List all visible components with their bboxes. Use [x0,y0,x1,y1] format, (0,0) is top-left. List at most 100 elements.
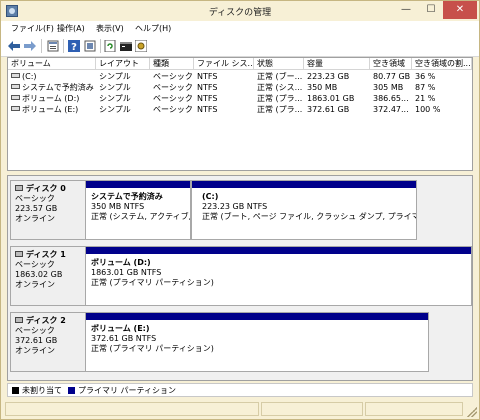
free-cell: 386.65... [373,94,409,103]
maximize-button[interactable]: ☐ [419,1,443,19]
disk-state: オンライン [15,346,55,355]
drive-icon [11,73,20,78]
disk-icon [15,251,23,257]
free-percent-cell: 87 % [415,83,436,92]
command-prompt-icon[interactable] [119,39,133,53]
column-header-capacity[interactable]: 容量 [304,58,370,70]
volume-cell: ボリューム (D:) [8,93,96,104]
disk-size: 223.57 GB [15,204,58,213]
close-button[interactable]: ✕ [443,1,477,19]
disk-list-icon[interactable] [83,39,97,53]
capacity-cell: 372.61 GB [307,105,350,114]
menu-bar: ファイル(F) 操作(A) 表示(V) ヘルプ(H) [1,21,479,35]
column-header-free-percent[interactable]: 空き領域の割... [412,58,472,70]
disk-icon [15,317,23,323]
disk-label[interactable]: ディスク 2 ベーシック 372.61 GB オンライン [10,312,86,372]
status-cell: 正常 (プラ... [257,94,303,103]
partition-d[interactable]: ボリューム (D:) 1863.01 GB NTFS 正常 (プライマリ パーテ… [85,246,472,306]
volume-cell: システムで予約済み [8,82,96,93]
filesystem-cell: NTFS [197,105,218,114]
menu-action[interactable]: 操作(A) [55,22,87,35]
table-row[interactable]: ボリューム (D:) シンプル ベーシック NTFS 正常 (プラ... 186… [8,93,472,104]
menu-view[interactable]: 表示(V) [94,22,126,35]
type-cell: ベーシック [153,94,193,103]
partition-name: (C:) [202,192,219,201]
drive-icon [11,95,20,100]
menu-help[interactable]: ヘルプ(H) [133,22,173,35]
disk-map: ディスク 0 ベーシック 223.57 GB オンライン システムで予約済み 3… [7,175,473,381]
free-cell: 80.77 GB [373,72,411,81]
volume-list: ボリューム レイアウト 種類 ファイル シス... 状態 容量 空き領域 空き領… [7,57,473,171]
partition-e[interactable]: ボリューム (E:) 372.61 GB NTFS 正常 (プライマリ パーティ… [85,312,429,372]
partition-size: 372.61 GB NTFS [91,334,157,343]
partition-status: 正常 (システム, アクティブ, プラ [91,212,190,221]
table-row[interactable]: ボリューム (E:) シンプル ベーシック NTFS 正常 (プラ... 372… [8,104,472,115]
partition-status: 正常 (プライマリ パーティション) [91,344,214,353]
unallocated-swatch [12,387,19,394]
partition-type-bar [86,181,190,188]
partition-size: 223.23 GB NTFS [202,202,268,211]
status-pane [365,402,463,416]
partition-type-bar [86,313,428,320]
layout-cell: シンプル [99,105,131,114]
type-cell: ベーシック [153,83,193,92]
free-percent-cell: 100 % [415,105,441,114]
partition-name: ボリューム (D:) [91,258,151,267]
column-header-status[interactable]: 状態 [254,58,304,70]
capacity-cell: 223.23 GB [307,72,350,81]
partition-type-bar [86,247,471,254]
disk-state: オンライン [15,214,55,223]
column-header-type[interactable]: 種類 [150,58,194,70]
type-cell: ベーシック [153,72,193,81]
refresh-icon[interactable] [103,39,117,53]
partition-size: 1863.01 GB NTFS [91,268,162,277]
layout-cell: シンプル [99,72,131,81]
volume-cell: (C:) [8,71,96,82]
disk-row: ディスク 0 ベーシック 223.57 GB オンライン システムで予約済み 3… [8,180,472,240]
partition-name: ボリューム (E:) [91,324,150,333]
status-bar [1,399,479,419]
menu-file[interactable]: ファイル(F) [9,22,56,35]
partition-system-reserved[interactable]: システムで予約済み 350 MB NTFS 正常 (システム, アクティブ, プ… [85,180,191,240]
disk-row: ディスク 2 ベーシック 372.61 GB オンライン ボリューム (E:) … [8,312,472,372]
title-bar: ディスクの管理 — ☐ ✕ [1,1,479,21]
back-arrow-icon[interactable] [7,39,21,53]
column-header-volume[interactable]: ボリューム [8,58,96,70]
status-pane [5,402,259,416]
properties-icon[interactable] [46,39,60,53]
help-icon[interactable]: ? [67,39,81,53]
status-cell: 正常 (シス... [257,83,303,92]
filesystem-cell: NTFS [197,72,218,81]
partition-size: 350 MB NTFS [91,202,145,211]
free-cell: 372.47... [373,105,409,114]
resize-grip[interactable] [467,407,477,417]
capacity-cell: 1863.01 GB [307,94,355,103]
partition-name: システムで予約済み [91,192,163,201]
settings-icon[interactable] [134,39,148,53]
column-header-filesystem[interactable]: ファイル シス... [194,58,254,70]
unallocated-label: 未割り当て [22,386,62,395]
disk-state: オンライン [15,280,55,289]
table-row[interactable]: (C:) シンプル ベーシック NTFS 正常 (ブー... 223.23 GB… [8,71,472,82]
column-header-free[interactable]: 空き領域 [370,58,412,70]
minimize-button[interactable]: — [393,1,419,19]
partition-c[interactable]: (C:) 223.23 GB NTFS 正常 (ブート, ページ ファイル, ク… [191,180,417,240]
free-cell: 305 MB [373,83,404,92]
column-header-layout[interactable]: レイアウト [96,58,150,70]
type-cell: ベーシック [153,105,193,114]
disk-label[interactable]: ディスク 0 ベーシック 223.57 GB オンライン [10,180,86,240]
disk-label[interactable]: ディスク 1 ベーシック 1863.02 GB オンライン [10,246,86,306]
status-cell: 正常 (ブー... [257,72,303,81]
capacity-cell: 350 MB [307,83,338,92]
primary-partition-label: プライマリ パーティション [78,386,177,395]
free-percent-cell: 36 % [415,72,436,81]
disk-type: ベーシック [15,326,55,335]
table-row[interactable]: システムで予約済み シンプル ベーシック NTFS 正常 (シス... 350 … [8,82,472,93]
disk-icon [15,185,23,191]
disk-size: 372.61 GB [15,336,58,345]
disk-name: ディスク 2 [26,316,66,325]
forward-arrow-icon[interactable] [23,39,37,53]
partition-status: 正常 (ブート, ページ ファイル, クラッシュ ダンプ, プライマリ パーティ… [202,212,416,221]
filesystem-cell: NTFS [197,83,218,92]
layout-cell: シンプル [99,83,131,92]
